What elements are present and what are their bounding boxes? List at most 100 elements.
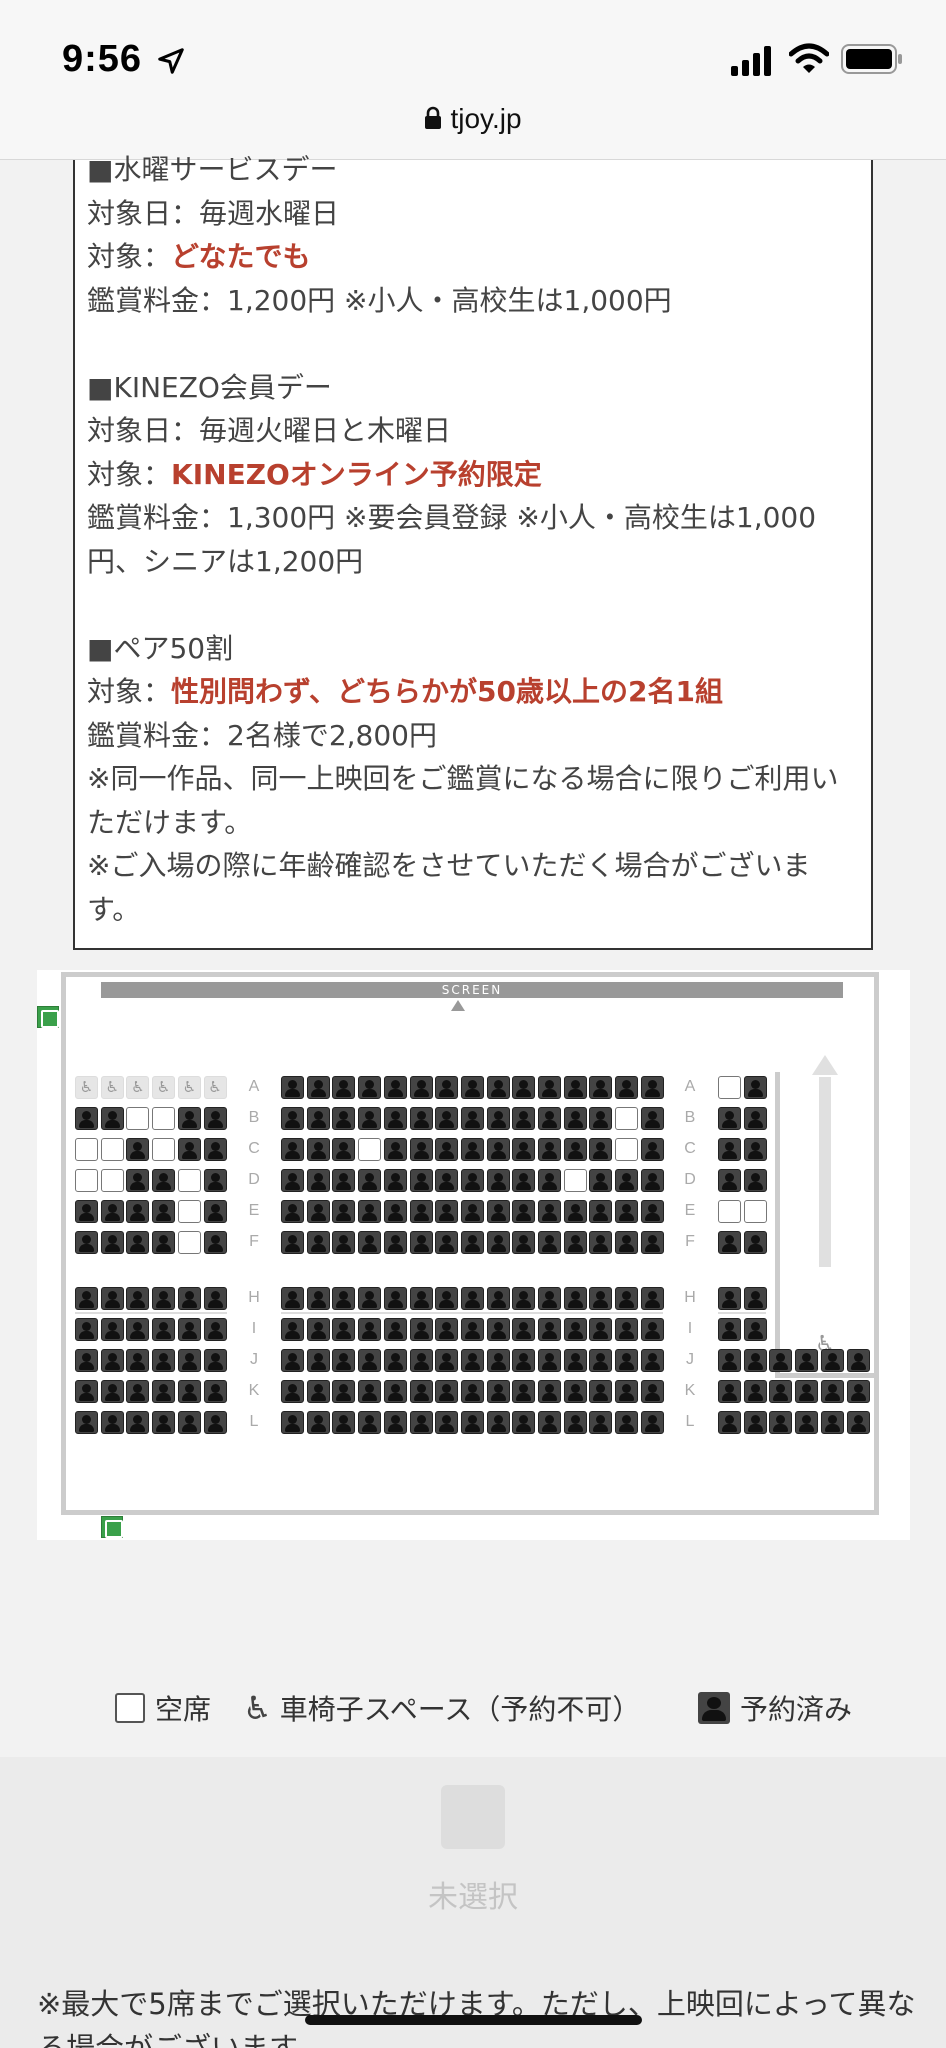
- reserved-seat: [100, 1200, 124, 1223]
- reserved-seat: [203, 1349, 227, 1372]
- row-label: L: [685, 1413, 695, 1430]
- reserved-seat: [126, 1380, 150, 1403]
- reserved-seat: [152, 1411, 176, 1434]
- reserved-seat: [615, 1318, 639, 1341]
- available-seat[interactable]: [615, 1138, 639, 1161]
- reserved-seat: [512, 1349, 536, 1372]
- available-seat[interactable]: [100, 1138, 124, 1161]
- reserved-seat: [203, 1200, 227, 1223]
- available-seat[interactable]: [75, 1138, 98, 1161]
- reserved-seat: [306, 1349, 330, 1372]
- available-seat[interactable]: [75, 1169, 98, 1192]
- reserved-seat: [743, 1107, 767, 1130]
- reserved-seat: [538, 1076, 561, 1099]
- reserved-seat: [152, 1200, 176, 1223]
- reserved-seat: [743, 1287, 767, 1310]
- info-line: 対象日：毎週水曜日: [87, 196, 340, 230]
- reserved-seat: [332, 1380, 356, 1403]
- wheelchair-space-icon: ♿: [100, 1076, 124, 1099]
- reserved-seat: [383, 1169, 407, 1192]
- legend-empty: 空席: [115, 1688, 211, 1728]
- available-seat[interactable]: [743, 1200, 767, 1223]
- reserved-seat: [177, 1138, 201, 1161]
- available-seat[interactable]: [152, 1138, 176, 1161]
- address-bar[interactable]: tjoy.jp: [0, 103, 946, 135]
- reserved-seat: [126, 1169, 150, 1192]
- service-day-info-box: ■水曜サービスデー 対象日：毎週水曜日 対象：どなたでも 鑑賞料金：1,200円 ※小…: [73, 153, 873, 950]
- reserved-seat: [563, 1411, 587, 1434]
- reserved-seat: [383, 1411, 407, 1434]
- reserved-seat: [281, 1231, 304, 1254]
- reserved-seat: [538, 1287, 561, 1310]
- reserved-seat: [640, 1138, 664, 1161]
- reserved-seat: [306, 1138, 330, 1161]
- reserved-seat: [615, 1169, 639, 1192]
- reserved-seat: [332, 1169, 356, 1192]
- selected-seat-placeholder: [441, 1785, 505, 1849]
- reserved-seat: [486, 1076, 510, 1099]
- available-seat[interactable]: [177, 1169, 201, 1192]
- reserved-seat: [75, 1411, 98, 1434]
- reserved-seat: [769, 1349, 793, 1372]
- reserved-seat: [486, 1169, 510, 1192]
- reserved-seat: [358, 1287, 382, 1310]
- reserved-seat: [203, 1287, 227, 1310]
- reserved-seat: [383, 1138, 407, 1161]
- reserved-seat: [281, 1076, 304, 1099]
- reserved-seat: [640, 1200, 664, 1223]
- reserved-seat: [203, 1169, 227, 1192]
- reserved-seat: [589, 1231, 613, 1254]
- reserved-seat: [126, 1138, 150, 1161]
- reserved-seat: [75, 1200, 98, 1223]
- reserved-seat: [409, 1318, 433, 1341]
- row-label: I: [251, 1320, 257, 1337]
- reserved-seat: [640, 1318, 664, 1341]
- row-label: E: [684, 1202, 696, 1219]
- available-seat[interactable]: [177, 1200, 201, 1223]
- reserved-seat: [306, 1287, 330, 1310]
- reserved-seat: [640, 1076, 664, 1099]
- reserved-seat: [486, 1138, 510, 1161]
- reserved-seat: [332, 1200, 356, 1223]
- legend-wheelchair: ♿ 車椅子スペース（予約不可）: [243, 1688, 640, 1728]
- info-line: 対象日：毎週火曜日と木曜日: [87, 414, 452, 447]
- available-seat[interactable]: [615, 1107, 639, 1130]
- available-seat[interactable]: [718, 1076, 741, 1099]
- row-label: F: [685, 1233, 695, 1250]
- reserved-seat: [460, 1411, 484, 1434]
- reserved-seat: [409, 1231, 433, 1254]
- reserved-seat: [512, 1107, 536, 1130]
- reserved-seat: [512, 1200, 536, 1223]
- info-line: 対象：KINEZOオンライン予約限定: [87, 453, 859, 497]
- reserved-seat: [152, 1287, 176, 1310]
- reserved-seat: [538, 1169, 561, 1192]
- reserved-seat: [846, 1349, 870, 1372]
- available-seat[interactable]: [100, 1169, 124, 1192]
- available-seat[interactable]: [177, 1231, 201, 1254]
- reserved-seat: [718, 1138, 741, 1161]
- reserved-seat: [743, 1318, 767, 1341]
- reserved-seat: [126, 1287, 150, 1310]
- available-seat[interactable]: [563, 1169, 587, 1192]
- reserved-seat: [538, 1231, 561, 1254]
- available-seat[interactable]: [152, 1107, 176, 1130]
- info-line: ■水曜サービスデー: [87, 153, 338, 186]
- reserved-seat: [820, 1380, 844, 1403]
- row-label: B: [248, 1109, 260, 1126]
- available-seat[interactable]: [358, 1138, 382, 1161]
- reserved-seat: [358, 1411, 382, 1434]
- wheelchair-space-icon: ♿: [177, 1076, 201, 1099]
- available-seat[interactable]: [126, 1107, 150, 1130]
- reserved-seat: [846, 1380, 870, 1403]
- reserved-seat: [75, 1380, 98, 1403]
- reserved-seat: [281, 1287, 304, 1310]
- row-label: E: [248, 1202, 260, 1219]
- available-seat[interactable]: [718, 1200, 741, 1223]
- reserved-seat: [743, 1380, 767, 1403]
- reserved-seat: [177, 1107, 201, 1130]
- info-line: 鑑賞料金：1,300円 ※要会員登録 ※小人・高校生は1,000円、シニアは1,…: [87, 501, 817, 578]
- reserved-seat: [512, 1287, 536, 1310]
- wheelchair-alcove-wall: [775, 1072, 780, 1378]
- reserved-seat: [589, 1169, 613, 1192]
- selection-panel: 未選択 ※最大で5席までご選択いただけます。ただし、上映回によって異なる場合がご…: [0, 1757, 946, 2048]
